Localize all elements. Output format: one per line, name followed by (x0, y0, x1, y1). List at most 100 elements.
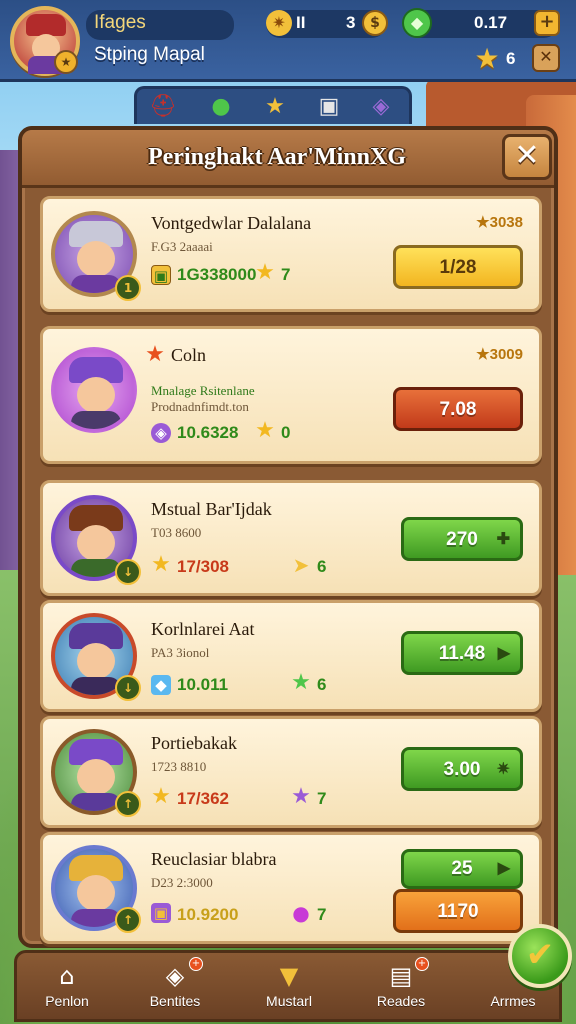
player-avatar[interactable]: ★ (10, 6, 80, 76)
hero-desc: 1723 8810 (151, 759, 207, 774)
star-icon: ★ (151, 552, 171, 577)
add-gems-button[interactable]: + (534, 10, 560, 36)
player-name: Ifages (94, 12, 146, 33)
chevron-right-icon: ▶ (497, 645, 510, 662)
hero-name: Reuclasiar blabra (151, 849, 277, 869)
nav-reades[interactable]: ▤ + Reades (351, 957, 451, 1021)
stat-value-2: 7 (317, 905, 327, 924)
resource-1-value: II (296, 13, 306, 32)
level-badge: 1 (115, 275, 141, 301)
checkmark-icon[interactable]: ✔ (508, 924, 572, 988)
nav-benefits[interactable]: ◈ + Bentites (125, 957, 225, 1021)
location-name: Stping Mapal (94, 44, 205, 65)
stat-value: 10.011 (177, 675, 229, 694)
hero-face (77, 377, 115, 413)
stars-value: 6 (506, 49, 516, 68)
top-hud: ★ Ifages Stping Mapal ✷ II 3 $ ◆ 0.17 + … (0, 0, 576, 82)
hero-body (71, 909, 121, 927)
gem-box-icon: ◈ (165, 962, 185, 990)
tab-gems[interactable]: ● (205, 93, 237, 121)
tab-heroes[interactable]: ⛑ (147, 93, 179, 121)
nav-trophies[interactable]: ▼ Mustarl (239, 957, 339, 1021)
scroll-icon: ▤ (389, 962, 413, 990)
trophy-icon: ▼ (279, 962, 299, 990)
notification-dot: + (189, 957, 203, 971)
upgrade-button[interactable]: 270 ✚ (401, 517, 523, 561)
nav-label: Reades (376, 993, 426, 1009)
tab-stars[interactable]: ★ (259, 93, 291, 121)
nav-label: Penlon (45, 993, 89, 1009)
upgrade-button[interactable]: 3.00 ✷ (401, 747, 523, 791)
stat-value-2: 0 (281, 423, 291, 442)
list-item[interactable]: ★ Coln Mnalage Rsitenlane Prodnadnfimdt.… (40, 326, 542, 464)
stat-value-2: 6 (317, 557, 327, 576)
hero-face (77, 643, 115, 679)
button-label: 25 (451, 858, 473, 879)
button-label: 270 (446, 529, 478, 550)
hero-body (71, 793, 121, 811)
hero-body (71, 411, 121, 429)
stat-value: 10.9200 (177, 905, 239, 924)
buy-button[interactable]: 1170 (393, 889, 523, 933)
star-rating: ★3038 (476, 214, 523, 231)
upgrade-button[interactable]: 11.48 ▶ (401, 631, 523, 675)
panel-header: Peringhakt Aar'MinnXG ✕ (22, 130, 554, 188)
upgrade-button[interactable]: 25 ▶ (401, 849, 523, 889)
crystal-icon: ◆ (151, 675, 171, 695)
gift-icon: ▣ (151, 903, 171, 923)
list-item[interactable]: ↓ Mstual Bar'Ijdak T03 8600 ★ 17/308 ➤ 6… (40, 480, 542, 596)
house-icon: ⌂ (59, 962, 75, 990)
nav-home[interactable]: ⌂ Penlon (17, 957, 117, 1021)
hero-desc-2: Prodnadnfimdt.ton (151, 399, 249, 414)
list-item[interactable]: ↑ Reuclasiar blabra D23 2:3000 ▣ 10.9200… (40, 832, 542, 944)
claim-button[interactable]: 1/28 (393, 245, 523, 289)
star-icon: ★ (145, 342, 165, 367)
star-icon: ★ (291, 784, 311, 809)
star-rating-value: 3038 (489, 214, 523, 231)
tab-potions[interactable]: ◈ (365, 93, 397, 121)
close-panel-button[interactable]: ✕ (502, 134, 552, 180)
stat-value: 17/308 (177, 557, 229, 576)
stat-value-2: 6 (317, 675, 327, 694)
hero-face (77, 525, 115, 561)
nav-label: Mustarl (266, 993, 312, 1009)
button-label: 11.48 (438, 643, 486, 664)
ranking-panel: Peringhakt Aar'MinnXG ✕ 1 Vontgedwlar Da… (18, 126, 558, 948)
potion-icon: ◈ (151, 423, 171, 443)
drop-icon: ● (292, 901, 310, 925)
tab-chests[interactable]: ▣ (313, 93, 345, 121)
hero-desc: F.G3 2aaaai (151, 239, 213, 254)
star-icon: ★ (255, 418, 275, 443)
hero-name: Mstual Bar'Ijdak (151, 499, 272, 519)
hero-name: Coln (171, 345, 207, 365)
chevron-right-icon: ▶ (497, 860, 510, 877)
hero-desc: Mnalage Rsitenlane (151, 383, 255, 398)
hero-body (71, 559, 121, 577)
level-badge: ↓ (115, 559, 141, 585)
resource-2-value: 3 (346, 13, 356, 32)
list-item[interactable]: ↑ Portiebakak 1723 8810 ★ 17/362 ★ 7 3.0… (40, 716, 542, 828)
hero-name: Vontgedwlar Dalalana (151, 213, 312, 233)
button-label: 3.00 (443, 759, 481, 780)
list-item[interactable]: ↓ Korlnlarei Aat PA3 3ionol ◆ 10.011 ★ 6… (40, 600, 542, 712)
coin-icon: $ (362, 10, 388, 36)
star-icon: ★ (474, 42, 500, 75)
star-rating-value: 3009 (489, 346, 523, 363)
list-item[interactable]: 1 Vontgedwlar Dalalana F.G3 2aaaai ▣ 1G3… (40, 196, 542, 312)
plus-icon: ✚ (496, 531, 510, 548)
hero-desc: T03 8600 (151, 525, 202, 540)
level-badge: ↑ (115, 791, 141, 817)
notification-dot: + (415, 957, 429, 971)
bolt-icon: ➤ (292, 553, 310, 577)
stat-value-2: 7 (317, 789, 327, 808)
player-level-badge: ★ (54, 50, 78, 74)
panel-title: Peringhakt Aar'MinnXG (147, 144, 406, 170)
hero-face (77, 241, 115, 277)
buy-button[interactable]: 7.08 (393, 387, 523, 431)
category-tab-strip: ⛑ ● ★ ▣ ◈ (134, 86, 412, 124)
hero-name: Korlnlarei Aat (151, 619, 255, 639)
gems-value: 0.17 (474, 13, 508, 32)
close-hud-button[interactable]: ✕ (532, 44, 560, 72)
hero-portrait (51, 347, 137, 433)
star-rating: ★3009 (476, 346, 523, 363)
